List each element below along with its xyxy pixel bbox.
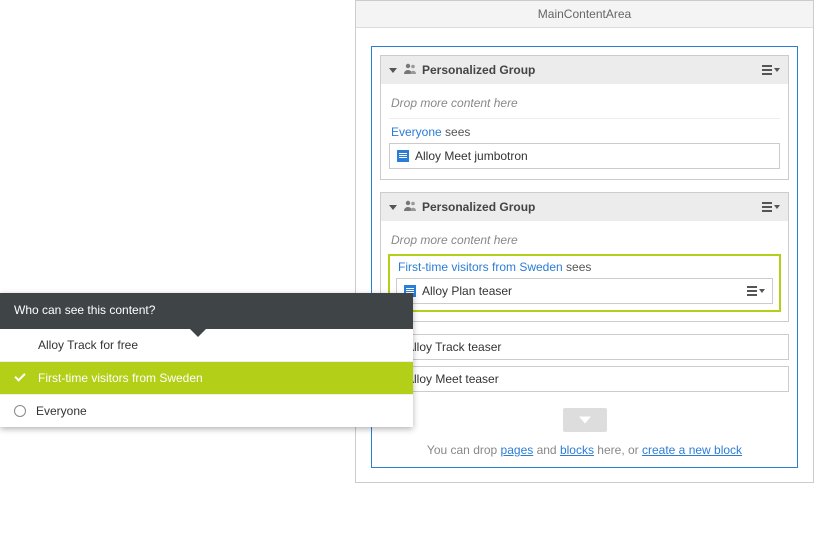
panel-title: MainContentArea (356, 1, 813, 28)
audience-popover: Who can see this content? Alloy Track fo… (0, 293, 413, 427)
block-menu-icon[interactable] (747, 286, 765, 296)
people-icon (403, 63, 417, 77)
content-block[interactable]: Alloy Track teaser (380, 334, 789, 360)
content-block[interactable]: Alloy Meet jumbotron (389, 143, 780, 169)
content-area-border: Personalized Group Drop more content her… (371, 46, 798, 468)
create-block-link[interactable]: create a new block (642, 443, 742, 457)
personalized-group: Personalized Group Drop more content her… (380, 192, 789, 322)
block-label: Alloy Plan teaser (422, 284, 512, 298)
popover-options: Alloy Track for free First-time visitors… (0, 329, 413, 427)
segment-label: First-time visitors from Sweden sees (396, 260, 773, 278)
chevron-down-icon (389, 68, 397, 73)
pages-link[interactable]: pages (501, 443, 534, 457)
audience-segment: Everyone sees Alloy Meet jumbotron (389, 118, 780, 169)
blocks-link[interactable]: blocks (560, 443, 594, 457)
drop-arrow-icon (563, 408, 607, 432)
audience-option-selected[interactable]: First-time visitors from Sweden (0, 361, 413, 394)
block-label: Alloy Meet jumbotron (415, 149, 528, 163)
audience-segment-selected: First-time visitors from Sweden sees All… (388, 254, 781, 312)
option-label: Everyone (36, 404, 87, 418)
audience-name[interactable]: Everyone (391, 125, 442, 139)
audience-option-everyone[interactable]: Everyone (0, 394, 413, 427)
drop-hint: Drop more content here (389, 92, 780, 118)
personalized-group: Personalized Group Drop more content her… (380, 55, 789, 180)
group-title: Personalized Group (422, 63, 535, 77)
block-label: Alloy Track teaser (406, 340, 501, 354)
popover-title: Who can see this content? (0, 293, 413, 329)
segment-label: Everyone sees (389, 125, 780, 143)
option-label: Alloy Track for free (38, 338, 138, 352)
drop-zone-text: You can drop pages and blocks here, or c… (380, 443, 789, 457)
block-label: Alloy Meet teaser (406, 372, 499, 386)
content-block[interactable]: Alloy Meet teaser (380, 366, 789, 392)
sees-text: sees (563, 260, 592, 274)
drop-hint: Drop more content here (389, 229, 780, 255)
drop-zone[interactable]: You can drop pages and blocks here, or c… (380, 398, 789, 457)
group-title: Personalized Group (422, 200, 535, 214)
chevron-down-icon (389, 205, 397, 210)
group-menu-icon[interactable] (762, 65, 780, 75)
sees-text: sees (442, 125, 471, 139)
group-menu-icon[interactable] (762, 202, 780, 212)
group-header[interactable]: Personalized Group (381, 193, 788, 221)
audience-name[interactable]: First-time visitors from Sweden (398, 260, 563, 274)
content-block[interactable]: Alloy Plan teaser (396, 278, 773, 304)
block-icon (397, 150, 409, 162)
group-header[interactable]: Personalized Group (381, 56, 788, 84)
people-icon (403, 200, 417, 214)
check-icon (14, 371, 28, 385)
standalone-blocks: Alloy Track teaser Alloy Meet teaser (380, 334, 789, 392)
main-content-area: MainContentArea Personalized Group Drop … (355, 0, 814, 483)
radio-icon (14, 405, 26, 417)
audience-option[interactable]: Alloy Track for free (0, 329, 413, 361)
option-label: First-time visitors from Sweden (38, 371, 203, 385)
